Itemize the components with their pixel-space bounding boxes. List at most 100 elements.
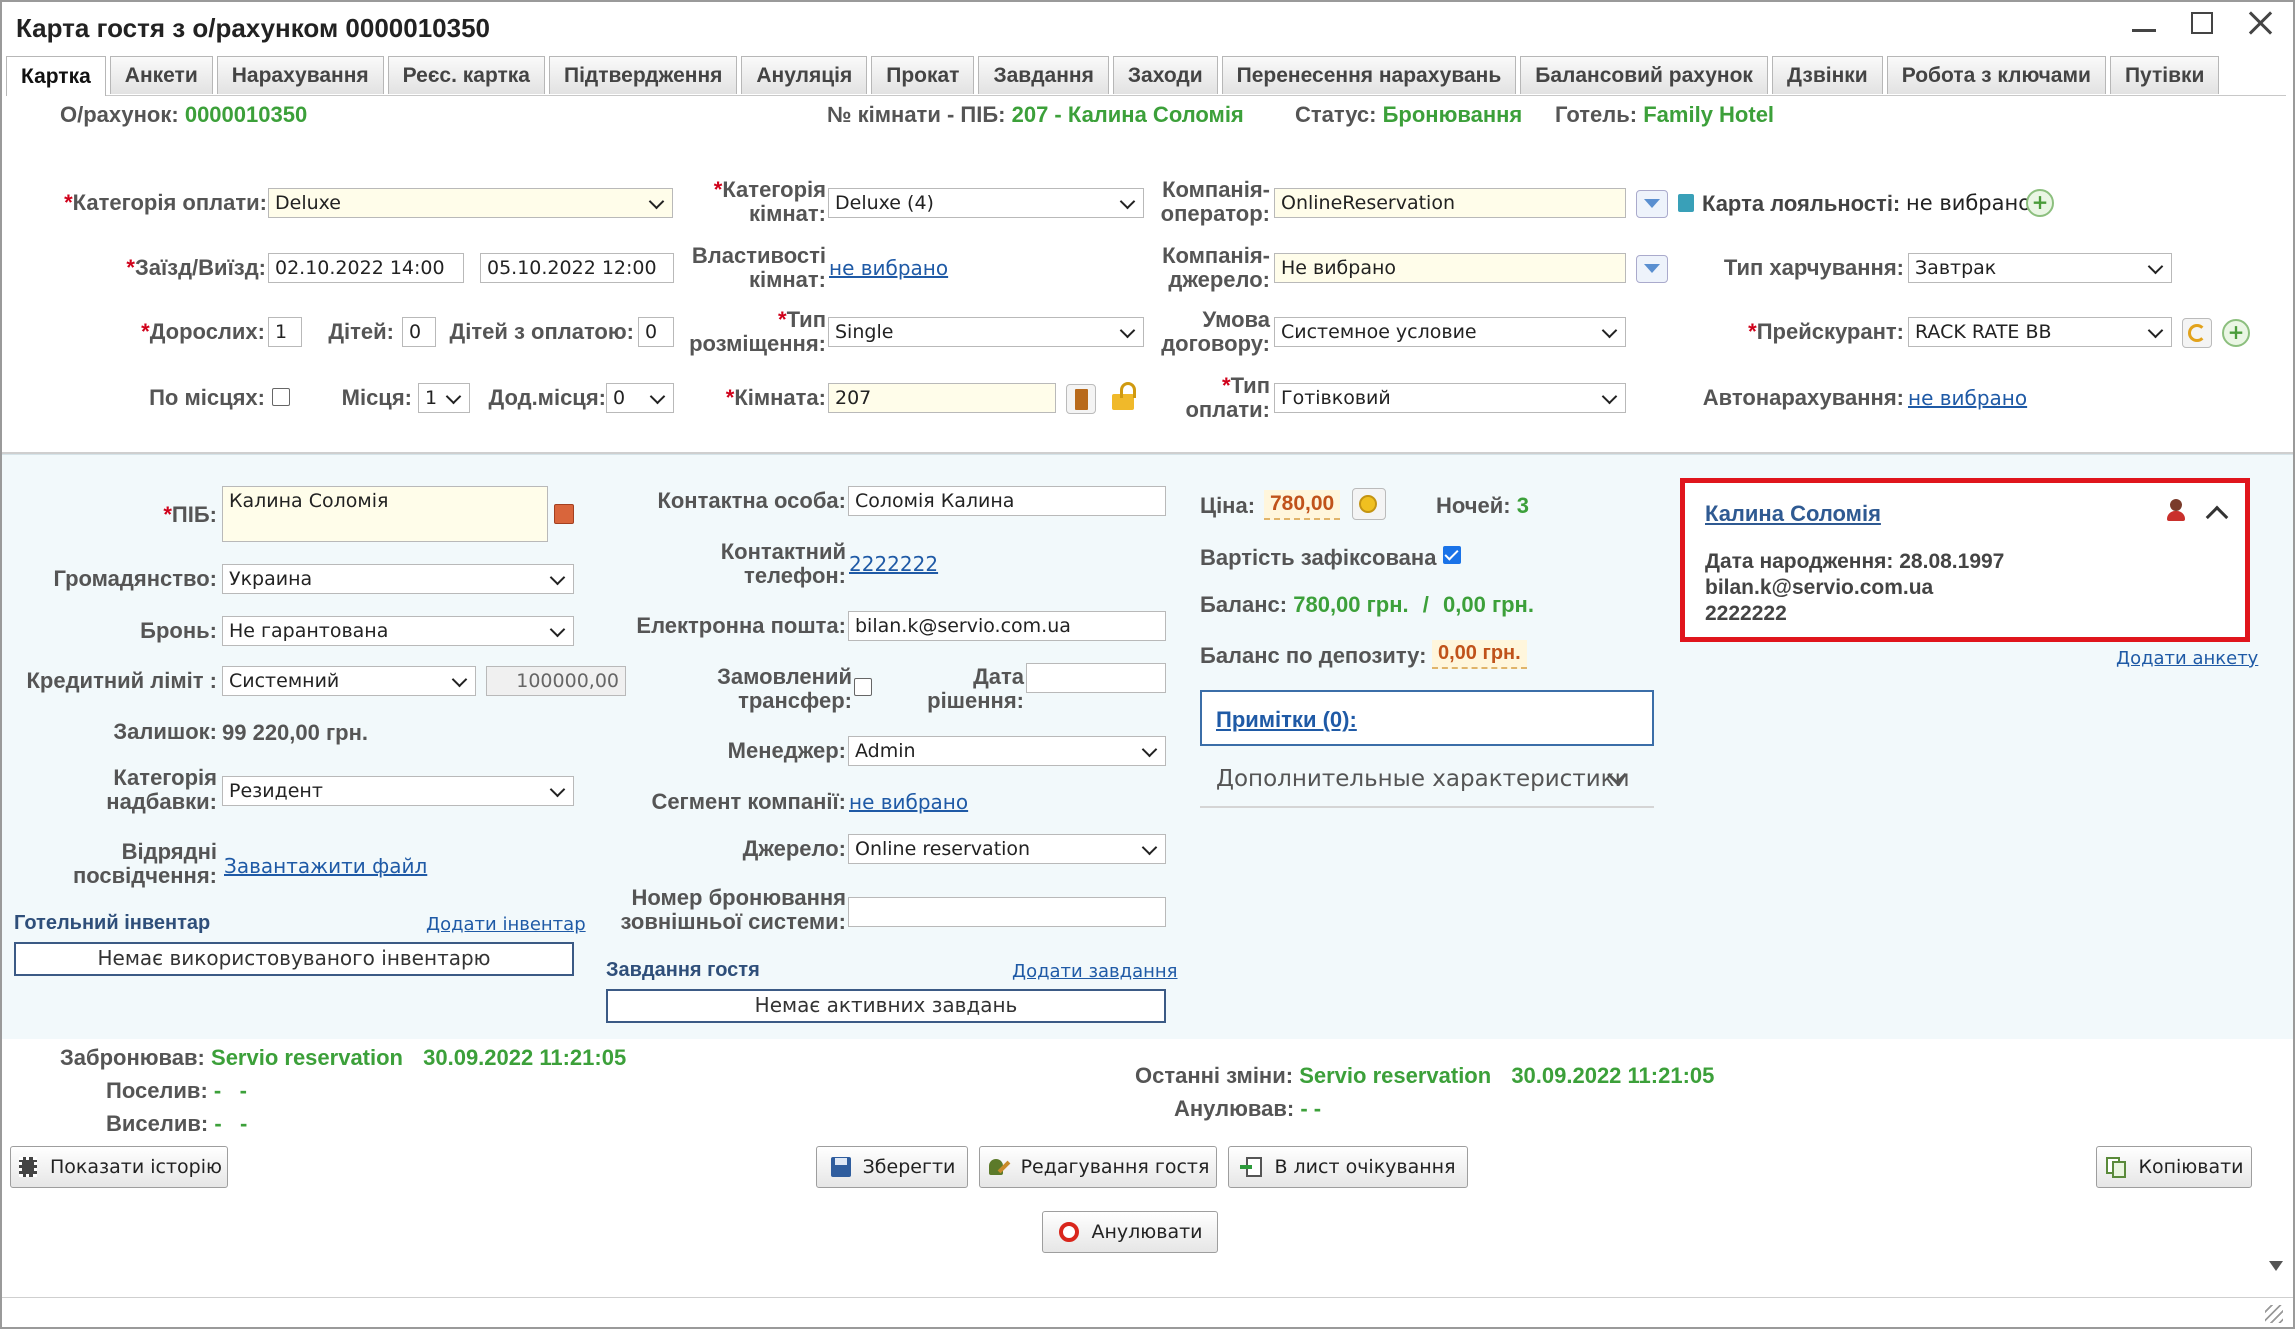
price-coins-icon[interactable] bbox=[1352, 488, 1386, 520]
balance-label: Баланс: bbox=[1200, 592, 1288, 617]
room-category-select[interactable]: Deluxe (4) bbox=[828, 188, 1144, 218]
transfer-checkbox[interactable] bbox=[854, 678, 872, 696]
room-field[interactable]: 207 bbox=[828, 383, 1056, 413]
price-value[interactable]: 780,00 bbox=[1264, 490, 1341, 520]
guest-name-clear-icon[interactable] bbox=[554, 504, 574, 524]
film-icon bbox=[16, 1155, 40, 1179]
checkout-field[interactable]: 05.10.2022 12:00 bbox=[480, 253, 674, 283]
waitlist-button[interactable]: В лист очікування bbox=[1228, 1146, 1468, 1188]
notes-link[interactable]: Примітки (0): bbox=[1216, 707, 1357, 733]
room-guest-info: № кімнати - ПІБ: 207 - Калина Соломія bbox=[827, 102, 1244, 128]
citizenship-select[interactable]: Украина bbox=[222, 564, 574, 594]
contact-person-field[interactable]: Соломія Калина bbox=[848, 486, 1166, 516]
loyalty-label: Карта лояльності: bbox=[1702, 191, 1901, 216]
tab-card[interactable]: Картка bbox=[6, 56, 106, 96]
resize-grip-icon[interactable] bbox=[2265, 1305, 2283, 1323]
ext-booking-field[interactable] bbox=[848, 897, 1166, 927]
add-loyalty-icon[interactable]: + bbox=[2026, 189, 2054, 217]
status-bar bbox=[2, 1297, 2293, 1327]
manager-select[interactable]: Admin bbox=[848, 736, 1166, 766]
status-info: Статус: Бронювання bbox=[1295, 102, 1522, 128]
booked-by-value: Servio reservation bbox=[211, 1045, 403, 1070]
tab-confirmation[interactable]: Підтвердження bbox=[548, 56, 738, 94]
pay-type-select[interactable]: Готівковий bbox=[1274, 383, 1626, 413]
tab-keys[interactable]: Робота з ключами bbox=[1886, 56, 2106, 94]
tab-events[interactable]: Заходи bbox=[1112, 56, 1218, 94]
tab-rental[interactable]: Прокат bbox=[871, 56, 975, 94]
ext-booking-label: Номер бронювання зовнішньої системи: bbox=[620, 885, 846, 934]
cancel-reservation-button[interactable]: Анулювати bbox=[1042, 1211, 1218, 1253]
room-props-link[interactable]: не вибрано bbox=[829, 256, 948, 280]
tab-charge-transfer[interactable]: Перенесення нарахувань bbox=[1221, 56, 1517, 94]
last-change-label: Останні зміни: bbox=[1135, 1063, 1294, 1088]
guest-profile-icon[interactable] bbox=[2165, 499, 2187, 523]
minimize-icon[interactable] bbox=[2129, 8, 2159, 38]
extra-characteristics-toggle[interactable]: Дополнительные характеристики bbox=[1200, 762, 1654, 808]
close-icon[interactable] bbox=[2245, 8, 2275, 38]
deposit-value[interactable]: 0,00 грн. bbox=[1432, 640, 1527, 669]
extra-places-select[interactable]: 0 bbox=[606, 383, 674, 413]
tab-profiles[interactable]: Анкети bbox=[109, 56, 213, 94]
placement-select[interactable]: Single bbox=[828, 317, 1144, 347]
status-label: Статус: bbox=[1295, 102, 1377, 127]
tab-vouchers[interactable]: Путівки bbox=[2109, 56, 2220, 94]
email-field[interactable]: bilan.k@servio.com.ua bbox=[848, 611, 1166, 641]
guest-card-name-link[interactable]: Калина Соломія bbox=[1705, 501, 1881, 527]
guest-name-field[interactable]: Калина Соломія bbox=[222, 486, 548, 542]
surcharge-category-select[interactable]: Резидент bbox=[222, 776, 574, 806]
auto-charge-link[interactable]: не вибрано bbox=[1908, 386, 2027, 410]
price-label: Ціна: bbox=[1200, 493, 1256, 518]
by-places-checkbox[interactable] bbox=[272, 388, 290, 406]
room-guest-value: 207 - Калина Соломія bbox=[1011, 102, 1244, 127]
operator-dropdown-icon[interactable] bbox=[1636, 190, 1668, 218]
collapse-chevron-up-icon[interactable] bbox=[2205, 505, 2229, 529]
segment-link[interactable]: не вибрано bbox=[849, 790, 968, 814]
edit-guest-button[interactable]: Редагування гостя bbox=[979, 1146, 1217, 1188]
copy-button[interactable]: Копіювати bbox=[2096, 1146, 2252, 1188]
remainder-value: 99 220,00 грн. bbox=[222, 720, 368, 745]
adults-field[interactable]: 1 bbox=[268, 317, 302, 347]
price-fixed-label: Вартість зафіксована bbox=[1200, 545, 1437, 570]
upload-file-link[interactable]: Завантажити файл bbox=[224, 854, 427, 878]
source-select[interactable]: Online reservation bbox=[848, 834, 1166, 864]
price-fixed-checkbox[interactable] bbox=[1443, 546, 1461, 564]
contract-select[interactable]: Системное условие bbox=[1274, 317, 1626, 347]
manager-label: Менеджер: bbox=[727, 738, 846, 763]
decision-date-field[interactable] bbox=[1026, 663, 1166, 693]
add-profile-link[interactable]: Додати анкету bbox=[2116, 648, 2258, 669]
save-button[interactable]: Зберегти bbox=[816, 1146, 968, 1188]
pay-category-select[interactable]: Deluxe bbox=[268, 188, 673, 218]
notes-box[interactable]: Примітки (0): bbox=[1200, 690, 1654, 746]
booking-select[interactable]: Не гарантована bbox=[222, 616, 574, 646]
show-history-button[interactable]: Показати історію bbox=[10, 1146, 228, 1188]
room-door-icon[interactable] bbox=[1066, 384, 1096, 414]
tab-charges[interactable]: Нарахування bbox=[216, 56, 384, 94]
waitlist-icon bbox=[1240, 1155, 1264, 1179]
settled-info: Поселив: - - bbox=[106, 1078, 247, 1104]
meal-select[interactable]: Завтрак bbox=[1908, 253, 2172, 283]
tab-cancellation[interactable]: Ануляція bbox=[741, 56, 868, 94]
source-company-field[interactable]: Не вибрано bbox=[1274, 253, 1626, 283]
credit-limit-select[interactable]: Системний bbox=[222, 666, 476, 696]
tab-balance-account[interactable]: Балансовий рахунок bbox=[1520, 56, 1768, 94]
tab-tasks[interactable]: Завдання bbox=[978, 56, 1109, 94]
tab-registration-card[interactable]: Реєс. картка bbox=[387, 56, 545, 94]
pricelist-refresh-icon[interactable] bbox=[2182, 318, 2212, 348]
children-field[interactable]: 0 bbox=[402, 317, 436, 347]
nights-label: Ночей: 3 bbox=[1436, 493, 1530, 518]
tab-calls[interactable]: Дзвінки bbox=[1771, 56, 1883, 94]
meal-label: Тип харчування: bbox=[1723, 255, 1904, 280]
checkin-field[interactable]: 02.10.2022 14:00 bbox=[268, 253, 464, 283]
contact-phone-link[interactable]: 2222222 bbox=[849, 552, 938, 576]
add-task-link[interactable]: Додати завдання bbox=[1012, 961, 1178, 982]
paid-children-field[interactable]: 0 bbox=[638, 317, 674, 347]
maximize-icon[interactable] bbox=[2187, 8, 2217, 38]
scroll-down-arrow[interactable] bbox=[2269, 1261, 2283, 1271]
add-pricelist-icon[interactable]: + bbox=[2222, 319, 2250, 347]
pricelist-select[interactable]: RACK RATE BB bbox=[1908, 317, 2172, 347]
balance-value-2: 0,00 грн. bbox=[1443, 592, 1534, 617]
operator-field[interactable]: OnlineReservation bbox=[1274, 188, 1626, 218]
segment-label: Сегмент компанії: bbox=[651, 789, 846, 814]
pricelist-label: *Прейскурант: bbox=[1748, 319, 1904, 344]
places-select[interactable]: 1 bbox=[418, 383, 470, 413]
